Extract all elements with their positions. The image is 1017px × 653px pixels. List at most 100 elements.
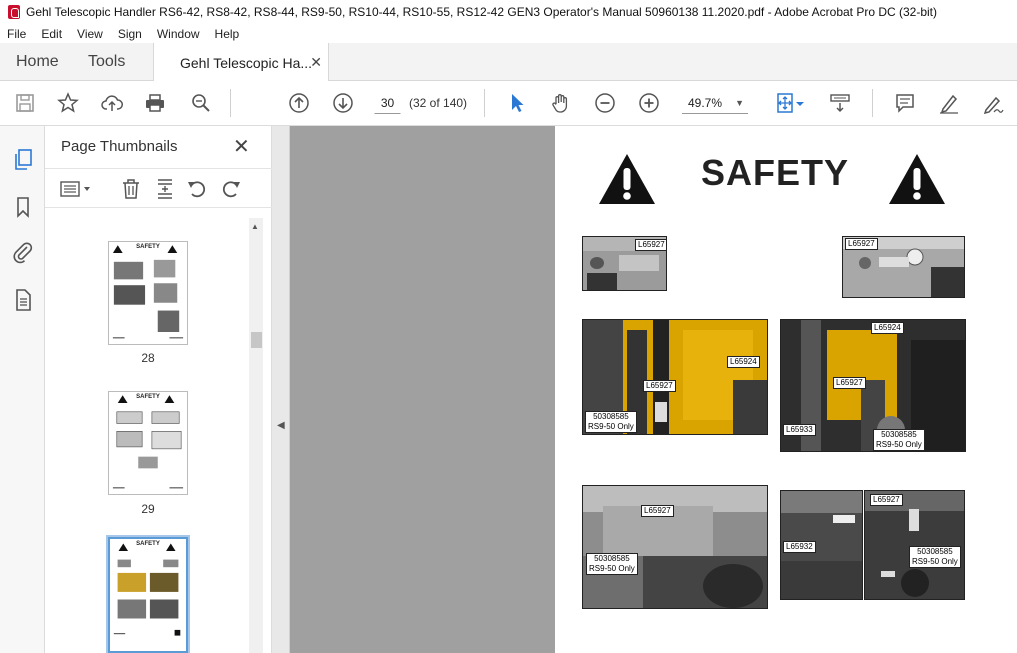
thumbnails-scrollbar[interactable]: ▲ — [249, 218, 263, 653]
photo-decal-location-4: L65924 L65927 L65933 50308585 RS9-50 Onl… — [780, 319, 966, 452]
collapse-panel-chevron-icon[interactable]: ◀ — [277, 420, 285, 431]
page-thumbnail-29[interactable]: SAFETY — [108, 391, 188, 495]
upload-cloud-icon[interactable] — [99, 90, 125, 116]
menu-edit[interactable]: Edit — [34, 27, 70, 41]
thumbnail-tools — [45, 168, 272, 208]
thumbnail-preview — [112, 245, 184, 339]
decal-part-number: 50308585 — [594, 554, 630, 563]
tab-document[interactable]: Gehl Telescopic Ha... ✕ — [153, 43, 329, 82]
thumbnail-options-icon[interactable] — [59, 177, 95, 201]
window-title: Gehl Telescopic Handler RS6-42, RS8-42, … — [26, 5, 938, 19]
decal-label-rs9-50: 50308585 RS9-50 Only — [586, 553, 638, 575]
menu-sign[interactable]: Sign — [111, 27, 150, 41]
menu-bar: File Edit View Sign Window Help — [0, 24, 1017, 43]
menu-file[interactable]: File — [0, 27, 34, 41]
photo-decal-location-3: L65924 L65927 50308585 RS9-50 Only — [582, 319, 768, 435]
thumbnail-preview — [112, 395, 184, 489]
decal-label-rs9-50: 50308585 RS9-50 Only — [585, 411, 637, 433]
photo-decal-location-5: L65927 50308585 RS9-50 Only — [582, 485, 768, 609]
previous-page-icon[interactable] — [286, 90, 312, 116]
panel-collapse-strip[interactable]: ◀ — [272, 126, 290, 653]
zoom-out-icon[interactable] — [592, 90, 618, 116]
zoom-in-icon[interactable] — [636, 90, 662, 116]
scrollbar-thumb[interactable] — [251, 332, 262, 348]
decal-model-note: RS9-50 Only — [912, 557, 958, 566]
title-bar: Gehl Telescopic Handler RS6-42, RS8-42, … — [0, 0, 1017, 24]
bookmark-star-icon[interactable] — [55, 90, 81, 116]
thumbnail-preview — [113, 543, 181, 636]
rotate-counterclockwise-icon[interactable] — [185, 177, 209, 201]
scroll-mode-icon[interactable] — [827, 90, 853, 116]
decal-part-number: 50308585 — [917, 547, 953, 556]
select-cursor-icon[interactable] — [504, 90, 530, 116]
comment-icon[interactable] — [892, 90, 918, 116]
decal-label: L65927 — [635, 239, 666, 251]
toolbar-divider — [484, 89, 485, 117]
sign-pen-icon[interactable] — [980, 90, 1006, 116]
tab-document-label: Gehl Telescopic Ha... — [180, 54, 313, 71]
page-thumbnails-panel: Page Thumbnails ✕ SAFETY 28 SAFETY 29 SA… — [45, 126, 272, 653]
page-count: (32 of 140) — [409, 96, 468, 110]
menu-window[interactable]: Window — [150, 27, 208, 41]
menu-help[interactable]: Help — [208, 27, 248, 41]
chevron-down-icon: ▼ — [735, 98, 744, 108]
insert-page-icon[interactable] — [153, 177, 177, 201]
document-viewer-background — [290, 126, 555, 653]
warning-triangle-icon — [599, 154, 655, 204]
decal-model-note: RS9-50 Only — [588, 422, 634, 431]
bookmarks-icon[interactable] — [11, 195, 35, 219]
menu-view[interactable]: View — [70, 27, 111, 41]
decal-label: L65924 — [727, 356, 760, 368]
tab-home[interactable]: Home — [16, 43, 59, 81]
page-thumbnail-28[interactable]: SAFETY — [108, 241, 188, 345]
decal-part-number: 50308585 — [881, 430, 917, 439]
decal-label: L65927 — [643, 380, 676, 392]
delete-page-icon[interactable] — [119, 177, 143, 201]
decal-label: L65924 — [871, 322, 904, 334]
decal-label-rs9-50: 50308585 RS9-50 Only — [909, 546, 961, 568]
rotate-clockwise-icon[interactable] — [219, 177, 243, 201]
print-icon[interactable] — [142, 90, 168, 116]
toolbar-divider — [230, 89, 231, 117]
document-page: SAFETY L65927 L65927 L65924 L65927 50308… — [555, 126, 1017, 653]
highlight-pen-icon[interactable] — [936, 90, 962, 116]
attachments-icon[interactable] — [11, 240, 35, 264]
page-thumbnails-icon[interactable] — [11, 148, 35, 172]
panel-title: Page Thumbnails — [61, 138, 178, 155]
save-icon[interactable] — [12, 90, 38, 116]
decal-part-number: 50308585 — [593, 412, 629, 421]
next-page-icon[interactable] — [330, 90, 356, 116]
thumbnail-page-number: 28 — [141, 351, 155, 365]
tab-tools[interactable]: Tools — [88, 43, 125, 81]
zoom-level-value: 49.7% — [688, 96, 723, 110]
toolbar-divider — [872, 89, 873, 117]
decal-label: L65932 — [783, 541, 816, 553]
close-tab-icon[interactable]: ✕ — [310, 54, 322, 71]
close-panel-icon[interactable]: ✕ — [233, 134, 250, 159]
decal-label: L65927 — [641, 505, 674, 517]
decal-label: L65927 — [845, 238, 878, 250]
main-toolbar: 30 (32 of 140) 49.7% ▼ — [0, 81, 1017, 126]
hand-tool-icon[interactable] — [548, 90, 574, 116]
zoom-level-select[interactable]: 49.7% ▼ — [682, 92, 748, 114]
decal-model-note: RS9-50 Only — [876, 440, 922, 449]
page-number-input[interactable]: 30 — [374, 92, 401, 114]
decal-model-note: RS9-50 Only — [589, 564, 635, 573]
photo-decal-location-7: L65927 50308585 RS9-50 Only — [864, 490, 965, 600]
fit-page-dropdown-icon[interactable] — [794, 90, 806, 116]
left-navigation-rail — [0, 126, 45, 653]
decal-label: L65927 — [870, 494, 903, 506]
warning-triangle-icon — [889, 154, 945, 204]
acrobat-icon — [8, 5, 20, 19]
photo-decal-location-2: L65927 — [842, 236, 965, 298]
tab-bar: Home Tools Gehl Telescopic Ha... ✕ — [0, 43, 1017, 82]
zoom-search-icon[interactable] — [188, 90, 214, 116]
scroll-up-icon[interactable]: ▲ — [251, 222, 259, 231]
document-properties-icon[interactable] — [11, 288, 35, 312]
page-heading: SAFETY — [701, 152, 850, 193]
photo-decal-location-1: L65927 — [582, 236, 667, 291]
thumbnail-page-number: 29 — [141, 502, 155, 516]
photo-decal-location-6: L65932 — [780, 490, 863, 600]
decal-label: L65927 — [833, 377, 866, 389]
page-thumbnail-30[interactable]: SAFETY — [106, 535, 190, 653]
